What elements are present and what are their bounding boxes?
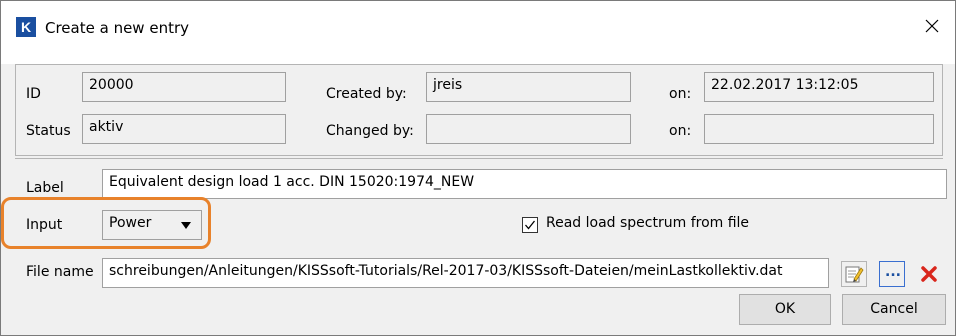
app-logo-icon: K (16, 17, 36, 37)
input-type-dropdown[interactable]: Power (102, 210, 202, 240)
created-by-label: Created by: (326, 86, 407, 102)
close-button[interactable] (909, 9, 955, 43)
changed-by-label: Changed by: (326, 123, 414, 139)
dialog-window: K Create a new entry ID 20000 Created by… (0, 0, 956, 336)
browse-label: ... (885, 264, 901, 280)
id-field: 20000 (82, 72, 286, 102)
title-bar: K Create a new entry (1, 1, 955, 64)
status-label: Status (26, 123, 71, 139)
edit-pencil-icon (845, 266, 864, 283)
status-field: aktiv (82, 114, 286, 144)
dialog-title: Create a new entry (45, 19, 190, 37)
file-name-label: File name (26, 264, 94, 280)
file-name-field[interactable]: schreibungen/Anleitungen/KISSsoft-Tutori… (102, 258, 829, 288)
input-type-selected: Power (109, 215, 152, 231)
input-label: Input (26, 217, 63, 233)
delete-x-icon (921, 266, 937, 282)
created-on-field: 22.02.2017 13:12:05 (704, 72, 934, 102)
ok-button[interactable]: OK (739, 294, 831, 325)
created-by-field: jreis (426, 72, 631, 102)
label-label: Label (26, 180, 64, 196)
checkmark-icon (525, 220, 536, 230)
read-from-file-checkbox[interactable] (522, 217, 538, 233)
id-label: ID (26, 86, 41, 102)
changed-by-field (426, 114, 631, 144)
changed-on-label: on: (669, 123, 692, 139)
browse-file-button[interactable]: ... (879, 261, 905, 287)
cancel-button[interactable]: Cancel (842, 294, 946, 325)
changed-on-field (704, 114, 934, 144)
label-input[interactable]: Equivalent design load 1 acc. DIN 15020:… (102, 169, 947, 199)
delete-file-button[interactable] (916, 261, 942, 287)
section-divider (15, 158, 943, 159)
read-from-file-label: Read load spectrum from file (546, 215, 750, 231)
created-on-label: on: (669, 86, 692, 102)
dropdown-arrow-icon (181, 222, 191, 229)
edit-file-button[interactable] (841, 261, 867, 287)
close-icon (925, 19, 939, 33)
